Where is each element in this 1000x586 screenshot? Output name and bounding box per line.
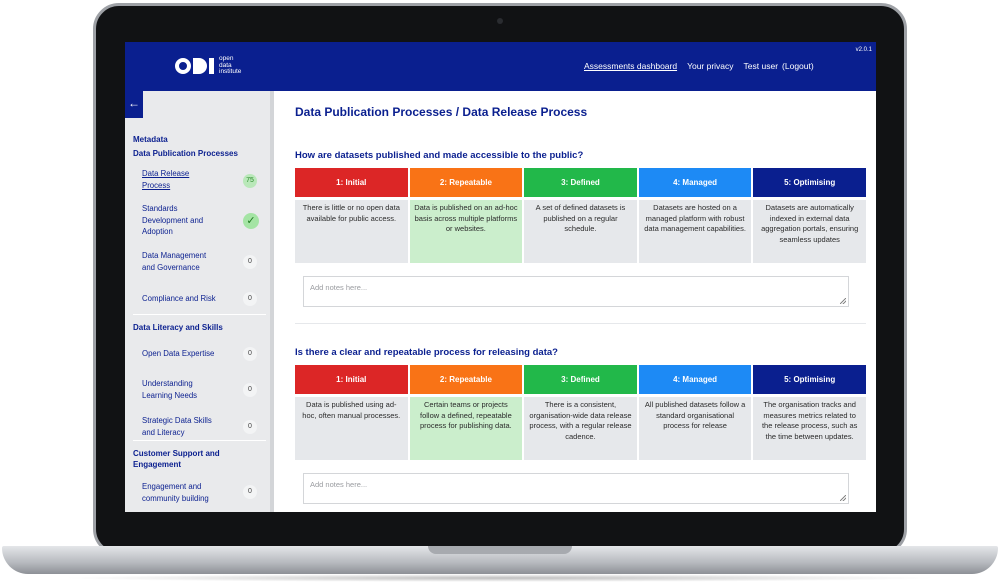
sidebar-divider <box>133 314 266 315</box>
level-header[interactable]: 4: Managed <box>638 168 752 197</box>
level-option-managed[interactable]: 4: Managed All published datasets follow… <box>638 365 752 460</box>
sidebar-item-standards[interactable]: Standards Development and Adoption <box>142 203 242 238</box>
page-title: Data Publication Processes / Data Releas… <box>295 105 588 119</box>
level-description-selected[interactable]: Data is published on an ad-hoc basis acr… <box>409 200 523 263</box>
progress-badge: 0 <box>243 255 257 269</box>
level-option-repeatable[interactable]: 2: Repeatable Certain teams or projects … <box>409 365 523 460</box>
progress-badge: 0 <box>243 383 257 397</box>
main-content: Data Publication Processes / Data Releas… <box>274 91 876 512</box>
logo-wordmark: open data institute <box>219 55 242 75</box>
level-option-initial[interactable]: 1: Initial Data is published using ad-ho… <box>295 365 408 460</box>
level-header[interactable]: 4: Managed <box>638 365 752 394</box>
resize-handle-icon[interactable] <box>840 495 846 501</box>
notes-textarea[interactable]: Add notes here... <box>303 276 849 307</box>
app-screen: open data institute Assessments dashboar… <box>125 42 876 512</box>
sidebar-item-open-data-expertise[interactable]: Open Data Expertise <box>142 348 242 360</box>
level-description-selected[interactable]: Certain teams or projects follow a defin… <box>409 397 523 460</box>
top-navbar: open data institute Assessments dashboar… <box>125 42 876 91</box>
sidebar-item-compliance[interactable]: Compliance and Risk <box>142 293 242 305</box>
sidebar-item-data-release-process[interactable]: Data Release Process <box>142 168 242 191</box>
question-divider <box>295 323 866 324</box>
sidebar: ← Metadata Data Publication Processes Da… <box>125 91 274 512</box>
sidebar-divider <box>133 440 266 441</box>
arrow-left-icon: ← <box>128 96 140 110</box>
level-header[interactable]: 3: Defined <box>524 168 637 197</box>
level-header[interactable]: 5: Optimising <box>753 168 866 197</box>
app-version: v2.0.1 <box>855 47 872 53</box>
level-option-optimising[interactable]: 5: Optimising Datasets are automatically… <box>753 168 866 263</box>
level-option-defined[interactable]: 3: Defined A set of defined datasets is … <box>524 168 637 263</box>
level-description[interactable]: A set of defined datasets is published o… <box>524 200 637 263</box>
level-option-defined[interactable]: 3: Defined There is a consistent, organi… <box>524 365 637 460</box>
sidebar-item-strategic-skills[interactable]: Strategic Data Skills and Literacy <box>142 415 242 438</box>
notes-placeholder: Add notes here... <box>310 283 368 292</box>
laptop-notch <box>428 546 572 554</box>
question-heading: Is there a clear and repeatable process … <box>295 347 558 358</box>
progress-badge: 0 <box>243 485 257 499</box>
level-option-initial[interactable]: 1: Initial There is little or no open da… <box>295 168 408 263</box>
level-option-repeatable[interactable]: 2: Repeatable Data is published on an ad… <box>409 168 523 263</box>
level-description[interactable]: Datasets are automatically indexed in ex… <box>753 200 866 263</box>
question-heading: How are datasets published and made acce… <box>295 150 584 161</box>
progress-badge: 0 <box>243 420 257 434</box>
resize-handle-icon[interactable] <box>840 298 846 304</box>
notes-placeholder: Add notes here... <box>310 480 368 489</box>
nav-assessments-dashboard[interactable]: Assessments dashboard <box>584 61 677 71</box>
level-description[interactable]: All published datasets follow a standard… <box>638 397 752 460</box>
notes-textarea[interactable]: Add notes here... <box>303 473 849 504</box>
level-description[interactable]: Datasets are hosted on a managed platfor… <box>638 200 752 263</box>
level-description[interactable]: There is a consistent, organisation-wide… <box>524 397 637 460</box>
odi-logo-mark-icon <box>175 57 214 74</box>
collapse-sidebar-button[interactable]: ← <box>125 91 143 118</box>
sidebar-section-data-literacy[interactable]: Data Literacy and Skills <box>133 322 223 333</box>
level-header[interactable]: 5: Optimising <box>753 365 866 394</box>
level-description[interactable]: Data is published using ad-hoc, often ma… <box>295 397 408 460</box>
level-option-optimising[interactable]: 5: Optimising The organisation tracks an… <box>753 365 866 460</box>
level-header[interactable]: 1: Initial <box>295 365 408 394</box>
sidebar-item-data-management[interactable]: Data Management and Governance <box>142 250 242 273</box>
top-nav: Assessments dashboard Your privacy Test … <box>584 61 814 71</box>
progress-badge: 75 <box>243 174 257 188</box>
laptop-shadow <box>60 574 940 582</box>
nav-your-privacy[interactable]: Your privacy <box>687 61 733 71</box>
level-header[interactable]: 1: Initial <box>295 168 408 197</box>
sidebar-section-metadata[interactable]: Metadata <box>133 134 168 145</box>
webcam-icon <box>497 18 503 24</box>
level-header[interactable]: 2: Repeatable <box>409 365 523 394</box>
sidebar-section-data-publication[interactable]: Data Publication Processes <box>133 148 238 159</box>
level-option-managed[interactable]: 4: Managed Datasets are hosted on a mana… <box>638 168 752 263</box>
user-name: Test user <box>743 61 779 71</box>
level-header[interactable]: 3: Defined <box>524 365 637 394</box>
logout-link[interactable]: (Logout) <box>782 61 814 71</box>
sidebar-item-learning-needs[interactable]: Understanding Learning Needs <box>142 378 242 401</box>
maturity-grid: 1: Initial There is little or no open da… <box>295 168 866 263</box>
odi-logo[interactable]: open data institute <box>175 55 242 76</box>
maturity-grid: 1: Initial Data is published using ad-ho… <box>295 365 866 460</box>
progress-badge: 0 <box>243 347 257 361</box>
sidebar-section-customer-support[interactable]: Customer Support and Engagement <box>133 448 220 470</box>
check-icon: ✓ <box>243 213 259 229</box>
level-header[interactable]: 2: Repeatable <box>409 168 523 197</box>
level-description[interactable]: The organisation tracks and measures met… <box>753 397 866 460</box>
level-description[interactable]: There is little or no open data availabl… <box>295 200 408 263</box>
sidebar-item-engagement[interactable]: Engagement and community building <box>142 481 242 504</box>
progress-badge: 0 <box>243 292 257 306</box>
